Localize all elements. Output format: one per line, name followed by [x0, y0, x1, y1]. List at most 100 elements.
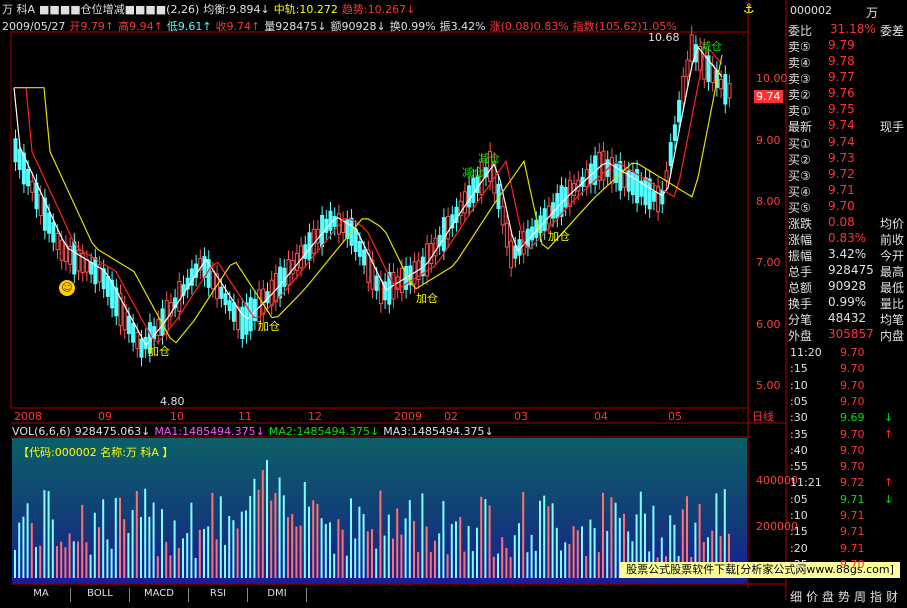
tick-time: :15: [790, 525, 808, 539]
candle: [34, 182, 39, 210]
latest-row[interactable]: 最新 9.74 现手: [788, 118, 906, 134]
volume-bar: [572, 526, 575, 578]
volume-bar: [110, 548, 113, 578]
bid-row[interactable]: 买④ 9.71: [788, 183, 906, 199]
bid-row-value: 9.70: [828, 199, 855, 213]
tick-price: 9.70: [840, 394, 865, 408]
ask-row-value: 9.78: [828, 54, 855, 68]
price-axis-label: 8.00: [756, 195, 781, 208]
candle: [219, 286, 224, 299]
volume-bar: [492, 556, 495, 578]
stat-row[interactable]: 振幅 3.42% 今开: [788, 247, 906, 263]
tick-row: :55 9.70: [788, 460, 906, 475]
volume-bar: [484, 499, 487, 578]
stat-row-extra: 今开: [880, 249, 905, 263]
tab-dmi[interactable]: DMI: [248, 588, 307, 602]
quote-tab[interactable]: 势: [838, 588, 850, 605]
ask-row[interactable]: 卖④ 9.78: [788, 54, 906, 70]
volume-bar: [190, 502, 193, 578]
header-item-4: 趋势:10.267↓: [341, 3, 416, 16]
volume-bar: [324, 524, 327, 578]
candle: [286, 259, 291, 286]
quote-tab[interactable]: 盘: [822, 588, 834, 605]
stock-code: 000002: [790, 4, 832, 17]
bid-row-label: 买②: [788, 153, 811, 167]
period-label[interactable]: 日线: [752, 410, 774, 423]
volume-bar: [127, 532, 130, 578]
volume-bar: [446, 554, 449, 578]
anchor-icon[interactable]: ⚓: [743, 3, 755, 16]
bid-row[interactable]: 买⑤ 9.70: [788, 199, 906, 215]
candle: [227, 300, 232, 312]
ask-row-label: 卖②: [788, 88, 811, 102]
stat-row[interactable]: 分笔 48432 均笔: [788, 311, 906, 327]
candle: [651, 191, 656, 202]
bid-row[interactable]: 买② 9.73: [788, 151, 906, 167]
candle: [341, 220, 346, 233]
stat-row[interactable]: 总额 90928 最低: [788, 279, 906, 295]
stat-row[interactable]: 涨幅 0.83% 前收: [788, 231, 906, 247]
candle: [303, 244, 308, 259]
volume-bar: [106, 539, 109, 578]
ask-row[interactable]: 卖⑤ 9.79: [788, 38, 906, 54]
outer-row[interactable]: 外盘 305857 内盘: [788, 327, 906, 343]
candle: [320, 214, 325, 248]
volume-bar: [253, 478, 256, 578]
ask-row[interactable]: 卖① 9.75: [788, 102, 906, 118]
tick-time: 11:21: [790, 476, 822, 490]
stat-row-label: 分笔: [788, 313, 813, 327]
price-axis-label: 5.00: [756, 379, 781, 392]
stat-row[interactable]: 换手 0.99% 量比: [788, 295, 906, 311]
stat-row[interactable]: 总手 928475 最高: [788, 263, 906, 279]
bid-row[interactable]: 买① 9.74: [788, 135, 906, 151]
quote-tab[interactable]: 财: [886, 588, 898, 605]
time-axis-label: 11: [238, 410, 252, 423]
tab-rsi[interactable]: RSI: [189, 588, 248, 602]
candle: [307, 232, 312, 261]
ask-row-value: 9.75: [828, 102, 855, 116]
quote-tab[interactable]: 价: [806, 588, 818, 605]
candle: [685, 59, 690, 78]
bid-row[interactable]: 买③ 9.72: [788, 167, 906, 183]
tick-time: :05: [790, 492, 808, 506]
tick-time: :25: [790, 557, 808, 571]
bid-row-value: 9.71: [828, 183, 855, 197]
volume-bar: [425, 526, 428, 578]
candle: [353, 228, 358, 253]
ask-row[interactable]: 卖③ 9.77: [788, 70, 906, 86]
stat-row-value: 0.83%: [828, 231, 867, 245]
quote-tab[interactable]: 指: [870, 588, 882, 605]
volume-bar: [509, 557, 512, 578]
volume-bar: [354, 538, 357, 578]
candle: [467, 185, 472, 208]
quote-tab[interactable]: 细: [790, 588, 802, 605]
quote-tab[interactable]: 周: [854, 588, 866, 605]
volume-bar: [576, 530, 579, 578]
volume-bar: [236, 528, 239, 578]
volume-bar: [207, 526, 210, 578]
stat-row[interactable]: 涨跌 0.08 均价: [788, 215, 906, 231]
stat-row-label: 换手: [788, 297, 813, 311]
candle: [311, 228, 316, 254]
candle: [429, 243, 434, 265]
volume-bar: [534, 550, 537, 578]
tab-ma[interactable]: MA: [12, 588, 71, 602]
tab-boll[interactable]: BOLL: [71, 588, 130, 602]
candle: [462, 191, 467, 214]
candle: [643, 177, 648, 206]
latest-row-label: 最新: [788, 120, 813, 134]
tab-macd[interactable]: MACD: [130, 588, 189, 602]
tick-row: :20 9.71: [788, 542, 906, 557]
time-axis-label: 10: [170, 410, 184, 423]
add-signal: 加仓: [416, 292, 438, 305]
candle: [294, 252, 299, 271]
tick-time: :05: [790, 394, 808, 408]
tick-row: :15 9.70: [788, 362, 906, 377]
volume-bar: [89, 554, 92, 578]
ask-row[interactable]: 卖② 9.76: [788, 86, 906, 102]
price-axis-label: 9.00: [756, 134, 781, 147]
volume-bar: [555, 527, 558, 578]
time-axis-label: 05: [668, 410, 682, 423]
price-axis-label: 7.00: [756, 256, 781, 269]
stat-row-value: 90928: [828, 279, 867, 293]
